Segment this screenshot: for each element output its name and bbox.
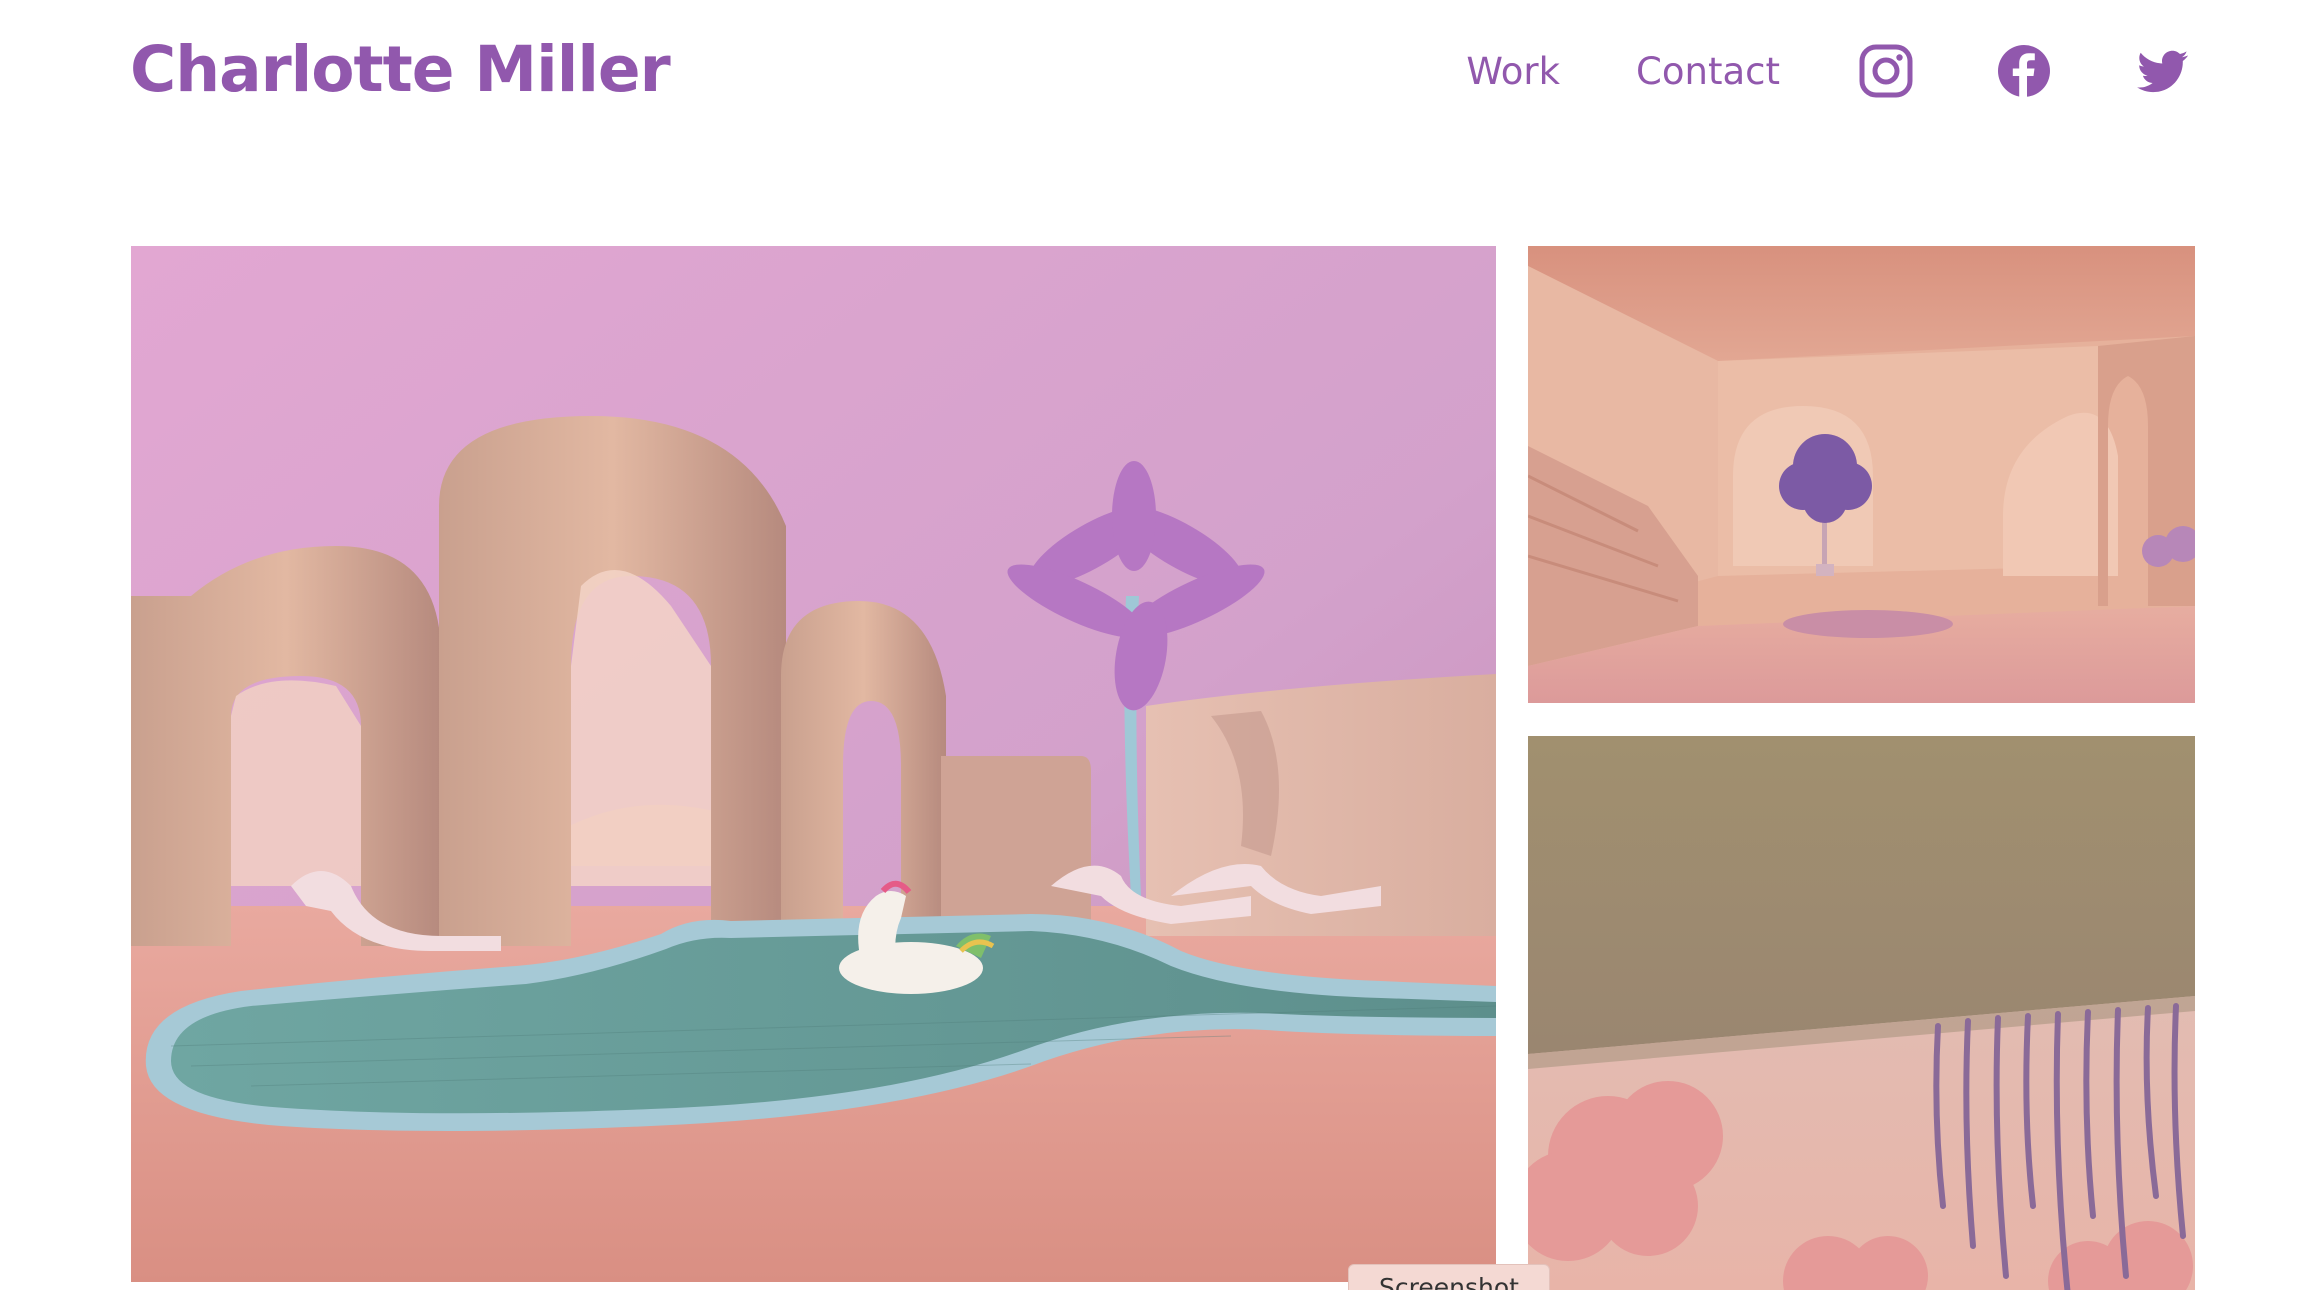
nav-link-work[interactable]: Work <box>1466 50 1560 93</box>
facebook-icon[interactable] <box>1994 41 2054 101</box>
instagram-icon[interactable] <box>1856 41 1916 101</box>
main-nav: Work Contact <box>1466 36 2192 106</box>
gallery-image-interior-hall[interactable] <box>1528 246 2195 703</box>
gallery-image-pool-courtyard[interactable] <box>131 246 1496 1282</box>
twitter-icon[interactable] <box>2132 41 2192 101</box>
nav-link-contact[interactable]: Contact <box>1636 50 1780 93</box>
gallery-image-clouds-vines[interactable] <box>1528 736 2195 1290</box>
page: Charlotte Miller Work Contact Screenshot <box>0 0 2322 1290</box>
brand-logo[interactable]: Charlotte Miller <box>130 28 671 112</box>
screenshot-tab[interactable]: Screenshot <box>1348 1264 1550 1290</box>
site-header: Charlotte Miller Work Contact <box>130 0 2192 140</box>
